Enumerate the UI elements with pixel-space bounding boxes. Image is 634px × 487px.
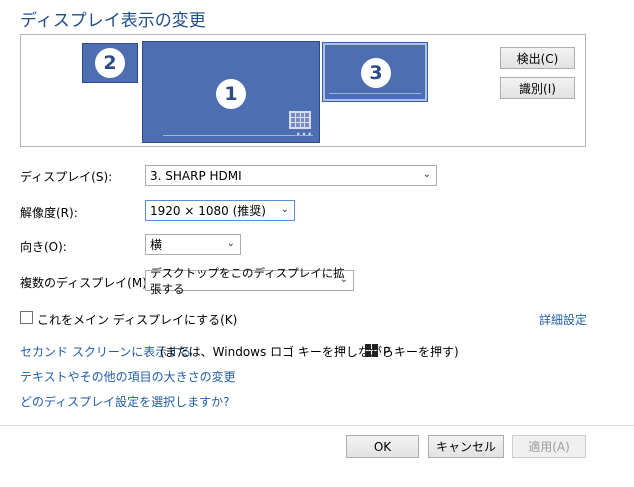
- chevron-down-icon: ⌄: [422, 169, 431, 180]
- ok-button[interactable]: OK: [346, 435, 419, 458]
- orientation-label: 向き(O):: [20, 240, 67, 254]
- footer-divider: [0, 425, 634, 426]
- main-display-checkbox[interactable]: [20, 311, 33, 324]
- monitor-number-badge: 2: [95, 48, 125, 78]
- monitor-2[interactable]: 2: [82, 43, 138, 83]
- orientation-select-value: 横: [150, 238, 163, 252]
- resolution-label: 解像度(R):: [20, 206, 78, 220]
- display-label: ディスプレイ(S):: [20, 170, 113, 184]
- monitor-arrangement-panel[interactable]: 2 1 ••• 3 検出(C) 識別(I): [20, 34, 586, 147]
- multiple-displays-select[interactable]: デスクトップをこのディスプレイに拡張する ⌄: [145, 266, 354, 296]
- display-select-value: 3. SHARP HDMI: [150, 168, 242, 183]
- display-select[interactable]: 3. SHARP HDMI ⌄: [145, 165, 437, 186]
- apply-button[interactable]: 適用(A): [512, 435, 586, 458]
- monitor-taskbar: [329, 93, 421, 94]
- multiple-displays-select-value: デスクトップをこのディスプレイに拡張する: [150, 265, 345, 296]
- second-screen-hint-prefix: (または、Windows ロゴ キーを押しながら: [160, 345, 394, 359]
- resolution-select-value: 1920 × 1080 (推奨): [150, 204, 266, 218]
- second-screen-hint-suffix: P キーを押す): [383, 345, 459, 359]
- chevron-down-icon: ⌄: [280, 204, 289, 215]
- chevron-down-icon: ⌄: [226, 238, 235, 249]
- orientation-select[interactable]: 横 ⌄: [145, 234, 241, 255]
- start-tiles-icon: [289, 111, 311, 129]
- which-setting-link[interactable]: どのディスプレイ設定を選択しますか?: [20, 393, 230, 410]
- multiple-displays-label: 複数のディスプレイ(M):: [20, 276, 151, 290]
- monitor-taskbar: [163, 135, 313, 136]
- page-title: ディスプレイ表示の変更: [20, 11, 206, 31]
- detect-button[interactable]: 検出(C): [500, 47, 575, 69]
- main-display-checkbox-label[interactable]: これをメイン ディスプレイにする(K): [37, 311, 237, 328]
- cancel-button[interactable]: キャンセル: [428, 435, 504, 458]
- monitor-number-badge: 3: [361, 58, 391, 88]
- resolution-select[interactable]: 1920 × 1080 (推奨) ⌄: [145, 200, 295, 221]
- text-size-link[interactable]: テキストやその他の項目の大きさの変更: [20, 368, 236, 385]
- monitor-1[interactable]: 1 •••: [142, 41, 320, 143]
- monitor-3[interactable]: 3: [322, 42, 428, 102]
- advanced-settings-link[interactable]: 詳細設定: [539, 311, 587, 328]
- identify-button[interactable]: 識別(I): [500, 77, 575, 99]
- windows-logo-icon: [365, 344, 378, 357]
- monitor-number-badge: 1: [216, 79, 246, 109]
- chevron-down-icon: ⌄: [339, 274, 348, 285]
- dots-icon: •••: [295, 130, 313, 139]
